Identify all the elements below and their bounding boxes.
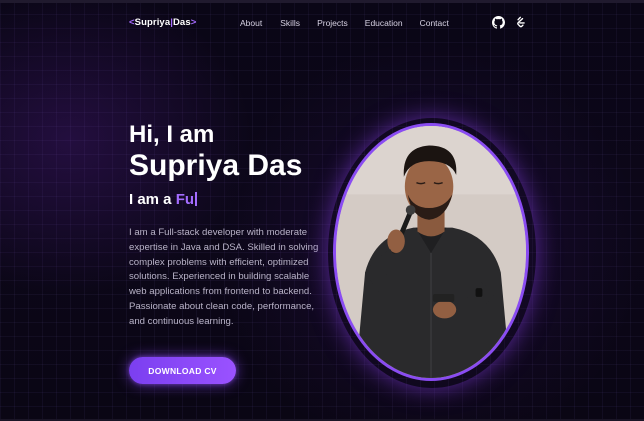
- nav-about[interactable]: About: [240, 18, 262, 28]
- background-grid: [0, 0, 644, 421]
- nav-skills[interactable]: Skills: [280, 18, 300, 28]
- hero-greeting: Hi, I am: [129, 121, 215, 148]
- role-typed-text: Fu: [175, 191, 195, 208]
- nav-education[interactable]: Education: [365, 18, 403, 28]
- profile-photo: [333, 123, 529, 381]
- top-border: [0, 0, 644, 3]
- typing-cursor: [195, 192, 197, 206]
- main-nav: About Skills Projects Education Contact: [240, 18, 449, 28]
- social-icons: [492, 16, 527, 29]
- profile-portrait-illustration: [336, 126, 526, 378]
- hero-bio: I am a Full-stack developer with moderat…: [129, 227, 319, 327]
- leetcode-icon[interactable]: [514, 16, 527, 29]
- hero-name: Supriya Das: [129, 149, 303, 182]
- download-cv-button[interactable]: DOWNLOAD CV: [129, 357, 236, 384]
- logo-close-bracket: >: [190, 17, 197, 28]
- nav-contact[interactable]: Contact: [420, 18, 449, 28]
- logo-last-name: Das: [172, 17, 191, 28]
- logo-first-name: Supriya: [134, 17, 171, 28]
- nav-projects[interactable]: Projects: [317, 18, 348, 28]
- site-logo[interactable]: <Supriya|Das>: [129, 17, 196, 28]
- role-prefix: I am a: [129, 191, 176, 208]
- hero-role: I am a Fu: [129, 191, 197, 208]
- github-icon[interactable]: [492, 16, 505, 29]
- portfolio-page: <Supriya|Das> About Skills Projects Educ…: [0, 0, 644, 421]
